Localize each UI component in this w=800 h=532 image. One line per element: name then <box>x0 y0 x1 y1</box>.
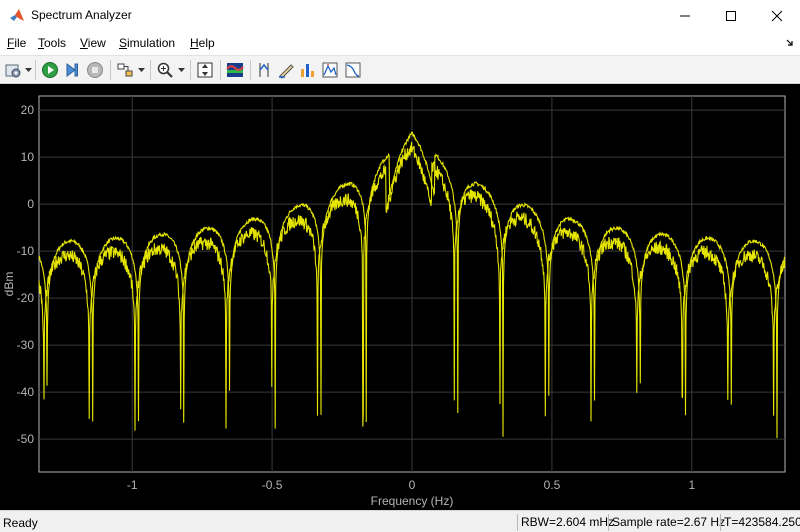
x-tick-label: 0 <box>409 478 416 492</box>
status-sample-rate: Sample rate=2.67 Hz <box>608 514 725 531</box>
menu-simulation[interactable]: Simulation <box>119 36 175 50</box>
scale-axes-icon <box>197 62 213 78</box>
y-tick-label: 0 <box>27 197 34 211</box>
highlight-block-button[interactable] <box>115 60 135 80</box>
ccdf-measurements-icon <box>345 62 361 78</box>
y-tick-label: -30 <box>17 338 35 352</box>
status-time: T=423584.250 <box>720 514 800 531</box>
window-title: Spectrum Analyzer <box>31 8 132 22</box>
status-rbw: RBW=2.604 mHz <box>517 514 614 531</box>
y-tick-label: -20 <box>17 291 35 305</box>
stop-icon <box>87 62 103 78</box>
run-button[interactable] <box>40 60 60 80</box>
maximize-button[interactable] <box>708 0 754 31</box>
close-icon <box>771 10 783 21</box>
zoom-in-icon <box>157 62 173 78</box>
dock-arrow-icon[interactable] <box>786 39 794 47</box>
toolbar-separator <box>110 60 111 80</box>
minimize-icon <box>680 15 690 16</box>
minimize-button[interactable] <box>662 0 708 31</box>
y-tick-label: -50 <box>17 432 35 446</box>
ccdf-measurements-button[interactable] <box>343 60 363 80</box>
y-axis-ticks: 20 10 0 -10 -20 -30 -40 -50 <box>17 103 35 446</box>
peak-finder-button[interactable] <box>320 60 340 80</box>
distortion-measurements-button[interactable] <box>298 60 318 80</box>
menu-bar: File Tools View Simulation Help <box>0 31 800 55</box>
menu-help[interactable]: Help <box>190 36 215 50</box>
y-tick-label: 20 <box>21 103 35 117</box>
spectrum-plot[interactable]: 20 10 0 -10 -20 -30 -40 -50 -1 -0.5 0 0.5 1 Frequen… <box>0 84 800 510</box>
highlight-block-icon <box>117 63 133 77</box>
peak-finder-icon <box>322 62 338 78</box>
stop-button[interactable] <box>85 60 105 80</box>
x-tick-label: 0.5 <box>544 478 561 492</box>
menu-tools[interactable]: Tools <box>38 36 66 50</box>
channel-measurements-button[interactable] <box>276 60 296 80</box>
toolbar-separator <box>150 60 151 80</box>
toolbar-separator <box>220 60 221 80</box>
scale-axes-button[interactable] <box>195 60 215 80</box>
y-tick-label: -10 <box>17 244 35 258</box>
settings-dropdown-icon[interactable] <box>25 68 32 73</box>
matlab-logo-icon <box>10 9 24 21</box>
menu-file[interactable]: File <box>7 36 26 50</box>
step-forward-button[interactable] <box>62 60 82 80</box>
x-axis-ticks: -1 -0.5 0 0.5 1 <box>127 478 696 492</box>
zoom-in-button[interactable] <box>155 60 175 80</box>
close-button[interactable] <box>754 0 800 31</box>
highlight-dropdown-icon[interactable] <box>138 68 145 73</box>
toolbar-separator <box>35 60 36 80</box>
status-bar: Ready RBW=2.604 mHz Sample rate=2.67 Hz … <box>0 510 800 532</box>
spectrogram-button[interactable] <box>225 60 245 80</box>
cursor-measurements-icon <box>259 63 269 77</box>
distortion-measurements-icon <box>301 64 314 77</box>
x-tick-label: 1 <box>688 478 695 492</box>
status-ready: Ready <box>3 516 38 530</box>
y-axis-label: dBm <box>2 272 16 297</box>
y-tick-label: -40 <box>17 385 35 399</box>
zoom-dropdown-icon[interactable] <box>178 68 185 73</box>
step-forward-icon <box>66 63 78 77</box>
y-tick-label: 10 <box>21 150 35 164</box>
title-bar: Spectrum Analyzer <box>0 0 800 31</box>
channel-measurements-icon <box>279 64 294 79</box>
spectrogram-icon <box>226 63 244 77</box>
maximize-icon <box>726 10 736 21</box>
cursor-measurements-button[interactable] <box>254 60 274 80</box>
settings-icon <box>5 64 21 78</box>
menu-view[interactable]: View <box>80 36 106 50</box>
run-icon <box>42 62 58 78</box>
toolbar-separator <box>250 60 251 80</box>
toolbar <box>0 55 800 84</box>
settings-button[interactable] <box>3 60 23 80</box>
toolbar-separator <box>190 60 191 80</box>
x-tick-label: -1 <box>127 478 138 492</box>
x-axis-label: Frequency (Hz) <box>371 494 454 508</box>
spectrum-display[interactable]: 20 10 0 -10 -20 -30 -40 -50 -1 -0.5 0 0.5 1 Frequen… <box>0 84 800 510</box>
x-tick-label: -0.5 <box>262 478 283 492</box>
